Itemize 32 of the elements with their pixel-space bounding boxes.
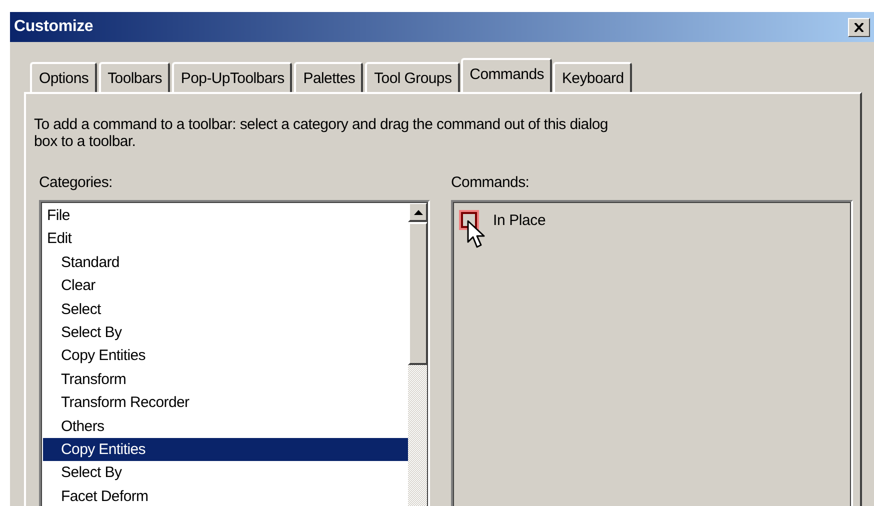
tab[interactable]: Pop-UpToolbars	[172, 62, 292, 92]
up-arrow-icon	[414, 210, 422, 214]
category-item[interactable]: Select By	[43, 461, 408, 485]
command-item[interactable]: In Place	[493, 212, 546, 228]
category-item[interactable]: File	[43, 204, 408, 228]
scroll-thumb[interactable]	[408, 222, 428, 365]
close-button[interactable]	[848, 18, 870, 36]
category-item[interactable]: Copy Entities	[43, 344, 408, 368]
category-item[interactable]: Others	[43, 414, 408, 438]
category-item[interactable]: Copy Entities	[43, 438, 408, 462]
tab[interactable]: Commands	[460, 58, 552, 92]
category-item[interactable]: Edit	[43, 227, 408, 251]
tab[interactable]: Toolbars	[98, 62, 170, 92]
category-item[interactable]: Transform	[43, 368, 408, 392]
close-icon	[854, 22, 864, 32]
category-item[interactable]: Select	[43, 298, 408, 321]
commands-label: Commands:	[451, 174, 530, 192]
tab[interactable]: Tool Groups	[365, 62, 460, 92]
category-item[interactable]: Select By	[43, 320, 408, 344]
window-title: Customize	[14, 18, 94, 36]
category-item[interactable]: Transform Recorder	[43, 391, 408, 415]
tab[interactable]: Options	[30, 62, 97, 92]
categories-label: Categories:	[39, 174, 114, 192]
tab[interactable]: Palettes	[294, 62, 364, 92]
instruction-text: To add a command to a toolbar: select a category and drag the command out of this dialog box to a toolbar.	[34, 116, 609, 150]
scrollbar[interactable]	[408, 202, 428, 506]
tab[interactable]: Keyboard	[552, 62, 632, 92]
scroll-up-button[interactable]	[408, 202, 428, 222]
category-item[interactable]: Standard	[43, 250, 408, 274]
cursor-icon	[467, 220, 487, 250]
category-item[interactable]: Clear	[43, 274, 408, 298]
category-item[interactable]: Facet Deform	[43, 484, 408, 506]
